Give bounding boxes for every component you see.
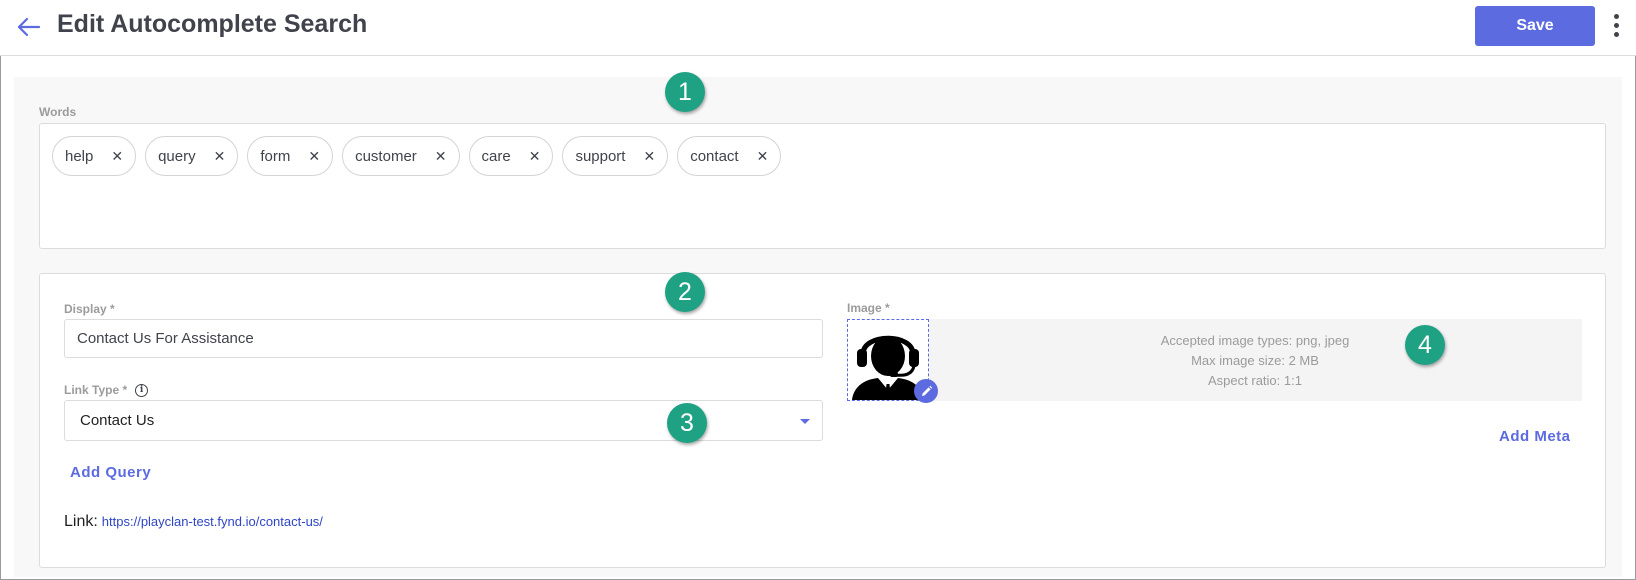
image-size-text: Max image size: 2 MB bbox=[1191, 353, 1319, 368]
word-chip: contact ✕ bbox=[677, 136, 782, 176]
link-type-select[interactable]: Contact Us bbox=[64, 400, 823, 441]
callout-marker: 2 bbox=[665, 272, 705, 312]
image-label: Image * bbox=[847, 301, 890, 315]
add-query-button[interactable]: Add Query bbox=[70, 464, 151, 481]
word-chip-label: support bbox=[575, 147, 626, 165]
link-prefix: Link: bbox=[64, 513, 98, 530]
word-chip-label: customer bbox=[355, 147, 417, 165]
link-type-label-text: Link Type * bbox=[64, 383, 128, 397]
words-label: Words bbox=[39, 105, 77, 119]
display-label: Display * bbox=[64, 302, 115, 316]
word-chip: care ✕ bbox=[468, 136, 554, 176]
callout-marker: 3 bbox=[667, 403, 707, 443]
word-chip: support ✕ bbox=[562, 136, 669, 176]
image-types-text: Accepted image types: png, jpeg bbox=[1160, 333, 1350, 348]
word-chip-label: contact bbox=[690, 147, 739, 165]
link-type-label: Link Type * i bbox=[64, 383, 149, 397]
kebab-menu-icon[interactable] bbox=[1610, 14, 1622, 40]
link-row: Link: https://playclan-test.fynd.io/cont… bbox=[64, 513, 323, 531]
word-chip-label: query bbox=[158, 147, 196, 165]
word-chip-label: form bbox=[260, 147, 291, 165]
close-icon[interactable]: ✕ bbox=[308, 149, 320, 163]
word-chip: help ✕ bbox=[52, 136, 137, 176]
close-icon[interactable]: ✕ bbox=[111, 149, 123, 163]
back-arrow-icon[interactable] bbox=[14, 13, 42, 41]
image-requirements: Accepted image types: png, jpeg Max imag… bbox=[1100, 331, 1410, 391]
link-type-value: Contact Us bbox=[80, 412, 155, 429]
callout-marker: 1 bbox=[665, 72, 705, 112]
image-aspect-text: Aspect ratio: 1:1 bbox=[1208, 373, 1302, 388]
word-chips: help ✕ query ✕ form ✕ customer ✕ care ✕ support ✕ co… bbox=[52, 136, 782, 176]
add-meta-button[interactable]: Add Meta bbox=[1499, 428, 1571, 445]
caret-down-icon bbox=[800, 419, 810, 424]
callout-marker: 4 bbox=[1405, 325, 1445, 365]
display-input[interactable] bbox=[64, 319, 823, 358]
word-chip: form ✕ bbox=[247, 136, 334, 176]
close-icon[interactable]: ✕ bbox=[757, 149, 769, 163]
word-chip-label: help bbox=[65, 147, 94, 165]
page-header: Edit Autocomplete Search Save bbox=[0, 0, 1636, 56]
word-chip: query ✕ bbox=[145, 136, 239, 176]
word-chip: customer ✕ bbox=[342, 136, 460, 176]
close-icon[interactable]: ✕ bbox=[643, 149, 655, 163]
edit-pencil-icon[interactable] bbox=[914, 379, 938, 403]
page-title: Edit Autocomplete Search bbox=[57, 10, 368, 38]
word-chip-label: care bbox=[481, 147, 511, 165]
link-url[interactable]: https://playclan-test.fynd.io/contact-us… bbox=[102, 514, 323, 529]
close-icon[interactable]: ✕ bbox=[529, 149, 541, 163]
info-icon[interactable]: i bbox=[135, 383, 149, 397]
save-button[interactable]: Save bbox=[1475, 6, 1595, 46]
close-icon[interactable]: ✕ bbox=[214, 149, 226, 163]
close-icon[interactable]: ✕ bbox=[435, 149, 447, 163]
